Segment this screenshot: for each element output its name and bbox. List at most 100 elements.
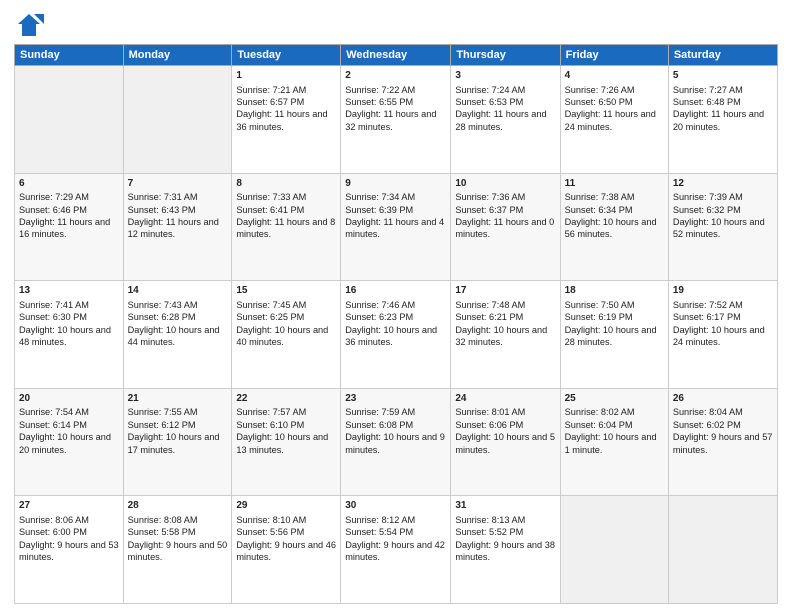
cell-text: Sunset: 6:30 PM [19, 311, 119, 323]
cell-text: Sunrise: 8:06 AM [19, 514, 119, 526]
cell-text: Sunrise: 8:02 AM [565, 406, 664, 418]
cell-text: Sunset: 6:53 PM [455, 96, 555, 108]
cell-text: Sunset: 6:43 PM [128, 204, 228, 216]
cell-text: Daylight: 9 hours and 57 minutes. [673, 431, 773, 456]
cell-text: Daylight: 9 hours and 46 minutes. [236, 539, 336, 564]
cell-text: Sunset: 6:39 PM [345, 204, 446, 216]
cell-text: Daylight: 10 hours and 40 minutes. [236, 324, 336, 349]
calendar-cell: 9Sunrise: 7:34 AMSunset: 6:39 PMDaylight… [341, 173, 451, 281]
cell-text: Daylight: 10 hours and 56 minutes. [565, 216, 664, 241]
day-number: 2 [345, 69, 446, 83]
cell-text: Sunset: 6:25 PM [236, 311, 336, 323]
calendar-cell: 1Sunrise: 7:21 AMSunset: 6:57 PMDaylight… [232, 66, 341, 174]
cell-text: Daylight: 11 hours and 32 minutes. [345, 108, 446, 133]
cell-text: Sunrise: 7:36 AM [455, 191, 555, 203]
cell-text: Sunrise: 7:31 AM [128, 191, 228, 203]
cell-text: Daylight: 10 hours and 9 minutes. [345, 431, 446, 456]
day-number: 31 [455, 499, 555, 513]
cell-text: Sunrise: 7:50 AM [565, 299, 664, 311]
calendar-cell: 3Sunrise: 7:24 AMSunset: 6:53 PMDaylight… [451, 66, 560, 174]
cell-text: Daylight: 10 hours and 52 minutes. [673, 216, 773, 241]
day-number: 3 [455, 69, 555, 83]
cell-text: Sunset: 6:14 PM [19, 419, 119, 431]
cell-text: Sunrise: 7:26 AM [565, 84, 664, 96]
day-number: 8 [236, 177, 336, 191]
calendar: SundayMondayTuesdayWednesdayThursdayFrid… [14, 44, 778, 604]
cell-text: Daylight: 11 hours and 0 minutes. [455, 216, 555, 241]
cell-text: Sunset: 6:28 PM [128, 311, 228, 323]
cell-text: Daylight: 11 hours and 20 minutes. [673, 108, 773, 133]
calendar-cell: 2Sunrise: 7:22 AMSunset: 6:55 PMDaylight… [341, 66, 451, 174]
weekday-header-wednesday: Wednesday [341, 45, 451, 66]
cell-text: Sunrise: 7:39 AM [673, 191, 773, 203]
cell-text: Daylight: 11 hours and 8 minutes. [236, 216, 336, 241]
calendar-cell: 19Sunrise: 7:52 AMSunset: 6:17 PMDayligh… [668, 281, 777, 389]
calendar-cell: 29Sunrise: 8:10 AMSunset: 5:56 PMDayligh… [232, 496, 341, 604]
weekday-header-friday: Friday [560, 45, 668, 66]
calendar-cell: 12Sunrise: 7:39 AMSunset: 6:32 PMDayligh… [668, 173, 777, 281]
calendar-cell: 13Sunrise: 7:41 AMSunset: 6:30 PMDayligh… [15, 281, 124, 389]
cell-text: Sunrise: 7:57 AM [236, 406, 336, 418]
cell-text: Sunrise: 8:01 AM [455, 406, 555, 418]
cell-text: Daylight: 9 hours and 42 minutes. [345, 539, 446, 564]
calendar-cell: 6Sunrise: 7:29 AMSunset: 6:46 PMDaylight… [15, 173, 124, 281]
day-number: 20 [19, 392, 119, 406]
calendar-cell: 21Sunrise: 7:55 AMSunset: 6:12 PMDayligh… [123, 388, 232, 496]
day-number: 29 [236, 499, 336, 513]
day-number: 4 [565, 69, 664, 83]
cell-text: Daylight: 9 hours and 53 minutes. [19, 539, 119, 564]
cell-text: Daylight: 10 hours and 17 minutes. [128, 431, 228, 456]
cell-text: Sunrise: 7:22 AM [345, 84, 446, 96]
calendar-cell: 24Sunrise: 8:01 AMSunset: 6:06 PMDayligh… [451, 388, 560, 496]
day-number: 1 [236, 69, 336, 83]
calendar-cell [668, 496, 777, 604]
cell-text: Sunrise: 7:33 AM [236, 191, 336, 203]
weekday-header-saturday: Saturday [668, 45, 777, 66]
header [14, 10, 778, 40]
cell-text: Sunset: 5:52 PM [455, 526, 555, 538]
cell-text: Daylight: 9 hours and 50 minutes. [128, 539, 228, 564]
day-number: 15 [236, 284, 336, 298]
cell-text: Sunset: 6:21 PM [455, 311, 555, 323]
cell-text: Daylight: 10 hours and 36 minutes. [345, 324, 446, 349]
cell-text: Sunset: 6:32 PM [673, 204, 773, 216]
calendar-cell: 30Sunrise: 8:12 AMSunset: 5:54 PMDayligh… [341, 496, 451, 604]
day-number: 23 [345, 392, 446, 406]
cell-text: Sunrise: 7:52 AM [673, 299, 773, 311]
calendar-cell: 14Sunrise: 7:43 AMSunset: 6:28 PMDayligh… [123, 281, 232, 389]
cell-text: Sunset: 5:56 PM [236, 526, 336, 538]
cell-text: Daylight: 10 hours and 44 minutes. [128, 324, 228, 349]
cell-text: Daylight: 9 hours and 38 minutes. [455, 539, 555, 564]
cell-text: Sunrise: 7:55 AM [128, 406, 228, 418]
day-number: 27 [19, 499, 119, 513]
weekday-header-thursday: Thursday [451, 45, 560, 66]
day-number: 14 [128, 284, 228, 298]
week-row-5: 27Sunrise: 8:06 AMSunset: 6:00 PMDayligh… [15, 496, 778, 604]
cell-text: Daylight: 10 hours and 32 minutes. [455, 324, 555, 349]
cell-text: Daylight: 10 hours and 48 minutes. [19, 324, 119, 349]
cell-text: Sunset: 6:02 PM [673, 419, 773, 431]
week-row-3: 13Sunrise: 7:41 AMSunset: 6:30 PMDayligh… [15, 281, 778, 389]
cell-text: Daylight: 11 hours and 4 minutes. [345, 216, 446, 241]
calendar-cell [123, 66, 232, 174]
logo-icon [14, 10, 44, 40]
day-number: 19 [673, 284, 773, 298]
day-number: 12 [673, 177, 773, 191]
cell-text: Sunset: 6:55 PM [345, 96, 446, 108]
calendar-cell: 22Sunrise: 7:57 AMSunset: 6:10 PMDayligh… [232, 388, 341, 496]
cell-text: Sunset: 5:58 PM [128, 526, 228, 538]
week-row-1: 1Sunrise: 7:21 AMSunset: 6:57 PMDaylight… [15, 66, 778, 174]
cell-text: Daylight: 11 hours and 24 minutes. [565, 108, 664, 133]
cell-text: Sunset: 6:10 PM [236, 419, 336, 431]
day-number: 21 [128, 392, 228, 406]
day-number: 7 [128, 177, 228, 191]
day-number: 13 [19, 284, 119, 298]
cell-text: Sunrise: 7:34 AM [345, 191, 446, 203]
cell-text: Sunset: 6:50 PM [565, 96, 664, 108]
calendar-cell: 31Sunrise: 8:13 AMSunset: 5:52 PMDayligh… [451, 496, 560, 604]
day-number: 10 [455, 177, 555, 191]
cell-text: Daylight: 10 hours and 28 minutes. [565, 324, 664, 349]
calendar-cell: 15Sunrise: 7:45 AMSunset: 6:25 PMDayligh… [232, 281, 341, 389]
cell-text: Sunset: 5:54 PM [345, 526, 446, 538]
cell-text: Sunrise: 8:13 AM [455, 514, 555, 526]
